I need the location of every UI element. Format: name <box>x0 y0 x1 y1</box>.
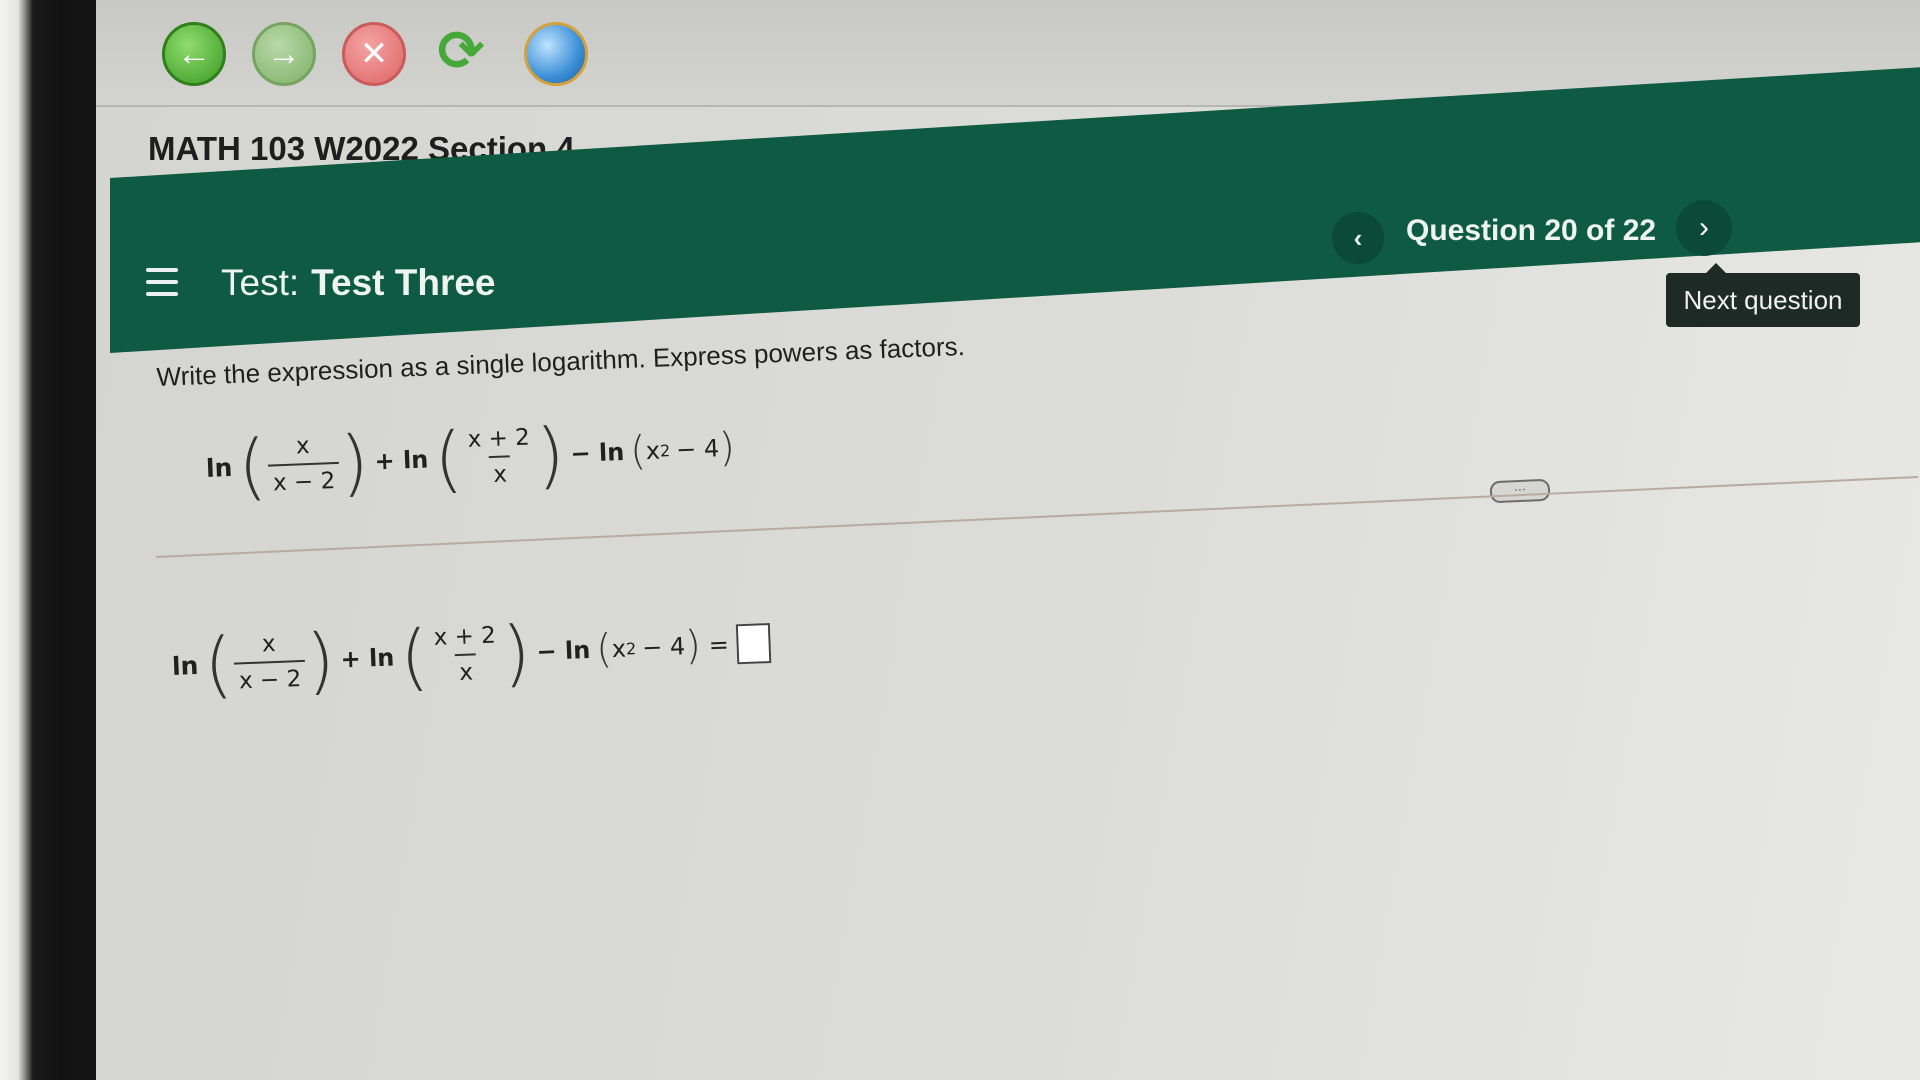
minus-ln: − ln <box>570 437 625 468</box>
paren-close: ) <box>718 424 736 472</box>
given-expression: ln ( x x − 2 ) + ln ( x + 2 x ) − ln ( x… <box>205 412 737 509</box>
plus-ln: + ln <box>374 445 429 476</box>
hamburger-menu-icon[interactable] <box>146 268 178 296</box>
fraction-numerator: x <box>261 631 277 658</box>
paren-close: ) <box>500 610 533 696</box>
answer-input[interactable] <box>736 623 772 665</box>
refresh-icon[interactable]: ⟳ <box>432 19 490 82</box>
paren-open: ( <box>432 416 465 502</box>
test-title: Test: Test Three <box>221 262 496 304</box>
test-name: Test Three <box>311 262 496 303</box>
fraction-denominator: x − 2 <box>234 659 306 695</box>
forward-arrow-icon[interactable]: → <box>252 22 316 86</box>
minus-ln: − ln <box>536 635 591 666</box>
fraction-numerator: x <box>295 433 311 460</box>
stop-glyph: ✕ <box>359 35 389 73</box>
back-arrow-icon[interactable]: ← <box>162 22 226 86</box>
exponent: 2 <box>659 440 671 461</box>
menu-line <box>146 280 178 284</box>
fraction-numerator: x + 2 <box>467 424 531 453</box>
paren-close: ) <box>534 412 567 498</box>
fraction-denominator: x <box>488 455 512 489</box>
answer-expression: ln ( x x − 2 ) + ln ( x + 2 x ) − ln ( x… <box>171 607 773 707</box>
previous-question-button[interactable]: ‹ <box>1332 212 1384 264</box>
more-options-button[interactable]: ··· <box>1489 478 1551 504</box>
fraction: x x − 2 <box>267 432 340 497</box>
plus-ln: + ln <box>340 643 395 674</box>
question-counter: Question 20 of 22 <box>1406 214 1657 247</box>
menu-line <box>146 292 178 296</box>
paren-close: ) <box>338 419 371 505</box>
forward-glyph: → <box>267 34 301 73</box>
tail: − 4 <box>641 632 686 662</box>
paren-open: ( <box>629 428 647 475</box>
base: x <box>645 436 661 466</box>
fraction-denominator: x <box>454 653 478 687</box>
fraction: x x − 2 <box>233 630 306 695</box>
chevron-right-icon: › <box>1699 211 1709 244</box>
menu-line <box>146 268 178 272</box>
fraction: x + 2 x <box>429 622 501 687</box>
monitor-bezel <box>0 0 60 1080</box>
chevron-left-icon: ‹ <box>1353 222 1363 253</box>
refresh-glyph: ⟳ <box>437 19 485 82</box>
ln-label: ln <box>171 650 199 681</box>
paren-close: ) <box>304 617 337 703</box>
base: x <box>611 634 627 664</box>
paren-open: ( <box>202 621 235 707</box>
paren-open: ( <box>398 614 431 700</box>
stop-x-icon[interactable]: ✕ <box>342 22 406 86</box>
fraction-numerator: x + 2 <box>433 622 497 651</box>
ln-label: ln <box>205 452 233 483</box>
fraction: x + 2 x <box>463 424 535 489</box>
test-prefix: Test: <box>221 262 300 303</box>
paren-close: ) <box>684 622 702 670</box>
tail: − 4 <box>675 434 720 464</box>
equals-sign: = <box>708 630 730 660</box>
fraction-denominator: x − 2 <box>268 461 340 497</box>
globe-icon[interactable] <box>524 22 588 86</box>
exponent: 2 <box>625 638 637 659</box>
next-question-button[interactable]: › <box>1676 200 1732 256</box>
paren-open: ( <box>595 626 613 673</box>
screen: ← → ✕ ⟳ MATH 103 W2022 Section 4 Test: Te… <box>96 0 1920 1080</box>
test-header-bar <box>110 67 1920 353</box>
next-question-tooltip: Next question <box>1666 263 1860 327</box>
back-glyph: ← <box>177 34 211 73</box>
paren-open: ( <box>236 423 269 509</box>
